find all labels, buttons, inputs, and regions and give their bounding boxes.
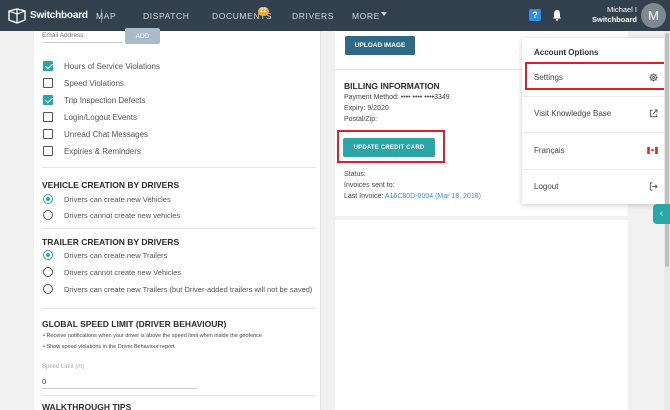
chevron-down-icon xyxy=(381,12,387,16)
postal-zip: Postal/Zip: xyxy=(344,116,378,123)
checkbox-label: Login/Logout Events xyxy=(64,112,137,122)
vehicle-creation-title: VEHICLE CREATION BY DRIVERS xyxy=(42,180,180,190)
help-icon[interactable]: ? xyxy=(529,9,541,21)
logout-icon xyxy=(649,181,658,191)
menu-item-logout[interactable]: Logout xyxy=(522,173,670,199)
highlight-box xyxy=(337,130,445,163)
dropdown-title: Account Options xyxy=(534,48,599,57)
email-field[interactable] xyxy=(42,29,122,43)
user-name-line1: Michael I xyxy=(606,5,637,14)
scrollbar-thumb[interactable] xyxy=(665,33,669,267)
nav-dispatch[interactable]: DISPATCH xyxy=(143,11,190,21)
checkbox-label: Hours of Service Violations xyxy=(64,61,160,71)
checkbox-label: Unread Chat Messages xyxy=(64,129,149,139)
user-menu-name[interactable]: Michael I Switchboard xyxy=(592,5,637,25)
menu-item-language[interactable]: Français xyxy=(522,137,670,163)
checkbox[interactable] xyxy=(43,129,53,139)
checkbox[interactable] xyxy=(43,78,53,88)
billing-status: Status: xyxy=(344,171,366,178)
nav-more[interactable]: MORE xyxy=(352,11,380,21)
radio-button[interactable] xyxy=(43,210,53,220)
content-panel xyxy=(335,220,628,410)
menu-divider xyxy=(522,96,670,97)
user-name-line2: Switchboard xyxy=(591,15,637,24)
section-divider xyxy=(42,395,316,396)
nav-drivers[interactable]: DRIVERS xyxy=(292,11,334,21)
switchboard-logo-icon xyxy=(8,7,26,24)
checkbox-label: Speed Violations xyxy=(64,78,124,88)
chevron-left-icon: ‹ xyxy=(659,208,664,219)
menu-item-label: Français xyxy=(534,145,565,155)
menu-divider xyxy=(522,169,670,170)
top-navbar: Switchboard MAP DISPATCH DOCUMENTS 22 DR… xyxy=(0,0,670,31)
checkbox-label: Expiries & Reminders xyxy=(64,146,141,156)
brand-name: Switchboard xyxy=(30,10,88,21)
vehicle-option[interactable]: Drivers cannot create new vehicles xyxy=(43,209,180,221)
notification-option[interactable]: Unread Chat Messages xyxy=(43,128,148,140)
highlight-box xyxy=(525,62,668,90)
upload-image-button[interactable]: UPLOAD IMAGE xyxy=(345,36,415,55)
menu-item-knowledge-base[interactable]: Visit Knowledge Base xyxy=(522,100,670,126)
section-divider xyxy=(42,167,316,168)
speed-note: • Receive notifications when your driver… xyxy=(43,333,262,339)
speed-note: • Show speed violations in the Driver Be… xyxy=(43,344,175,350)
checkbox-label: Trip Inspection Defects xyxy=(64,95,146,105)
invoices-sent-to: Invoices sent to: xyxy=(344,182,395,189)
radio-label: Drivers can create new Trailers (but Dri… xyxy=(64,284,313,294)
menu-divider xyxy=(522,132,670,133)
card-expiry: Expiry: 9/2020 xyxy=(344,105,389,112)
radio-button[interactable] xyxy=(43,194,53,204)
vehicle-option[interactable]: Drivers can create new Vehicles xyxy=(43,193,171,205)
notification-option[interactable]: Login/Logout Events xyxy=(43,111,137,123)
canada-flag-icon xyxy=(647,146,658,154)
radio-label: Drivers cannot create new vehicles xyxy=(64,210,181,220)
trailer-creation-title: TRAILER CREATION BY DRIVERS xyxy=(42,237,180,247)
add-email-button[interactable]: ADD xyxy=(125,28,160,44)
last-invoice-link[interactable]: A16C80D-0004 (Mar 18, 2018) xyxy=(385,193,481,200)
radio-button[interactable] xyxy=(43,267,53,277)
radio-label: Drivers can create new Trailers xyxy=(64,250,168,260)
documents-badge: 22 xyxy=(258,7,269,16)
trailer-option[interactable]: Drivers can create new Trailers xyxy=(43,249,167,261)
nav-map[interactable]: MAP xyxy=(96,11,116,21)
last-invoice-label: Last Invoice: xyxy=(344,193,384,200)
radio-button[interactable] xyxy=(43,284,53,294)
radio-button[interactable] xyxy=(43,250,53,260)
notification-option[interactable]: Speed Violations xyxy=(43,77,124,89)
walkthrough-title: WALKTHROUGH TIPS xyxy=(42,402,132,410)
radio-label: Drivers cannot create new Vehicles xyxy=(64,267,182,277)
side-panel-toggle[interactable]: ‹ xyxy=(653,204,670,224)
billing-title: BILLING INFORMATION xyxy=(344,81,440,91)
section-divider xyxy=(42,228,316,229)
speed-limit-title: GLOBAL SPEED LIMIT (DRIVER BEHAVIOUR) xyxy=(42,319,227,329)
checkbox[interactable] xyxy=(43,61,53,71)
section-divider xyxy=(42,308,316,309)
avatar[interactable]: M xyxy=(641,3,666,28)
notification-option[interactable]: Trip Inspection Defects xyxy=(43,94,146,106)
checkbox[interactable] xyxy=(43,95,53,105)
checkbox[interactable] xyxy=(43,146,53,156)
notification-option[interactable]: Hours of Service Violations xyxy=(43,60,160,72)
radio-label: Drivers can create new Vehicles xyxy=(64,194,171,204)
payment-method: Payment Method: •••• •••• ••••3349 xyxy=(344,94,450,101)
brand-logo[interactable]: Switchboard xyxy=(0,0,102,31)
bell-icon[interactable] xyxy=(552,9,562,21)
checkbox[interactable] xyxy=(43,112,53,122)
trailer-option[interactable]: Drivers cannot create new Vehicles xyxy=(43,266,181,278)
trailer-option[interactable]: Drivers can create new Trailers (but Dri… xyxy=(43,283,312,295)
last-invoice: Last Invoice: A16C80D-0004 (Mar 18, 2018… xyxy=(344,193,481,200)
notification-option[interactable]: Expiries & Reminders xyxy=(43,145,141,157)
speed-limit-input[interactable] xyxy=(42,375,197,389)
menu-item-label: Visit Knowledge Base xyxy=(534,108,612,118)
external-link-icon xyxy=(649,108,658,117)
speed-limit-label: Speed Limit (m) xyxy=(42,364,85,370)
preferences-panel: ADD Hours of Service Violations Speed Vi… xyxy=(34,28,321,410)
menu-item-label: Logout xyxy=(534,181,559,191)
